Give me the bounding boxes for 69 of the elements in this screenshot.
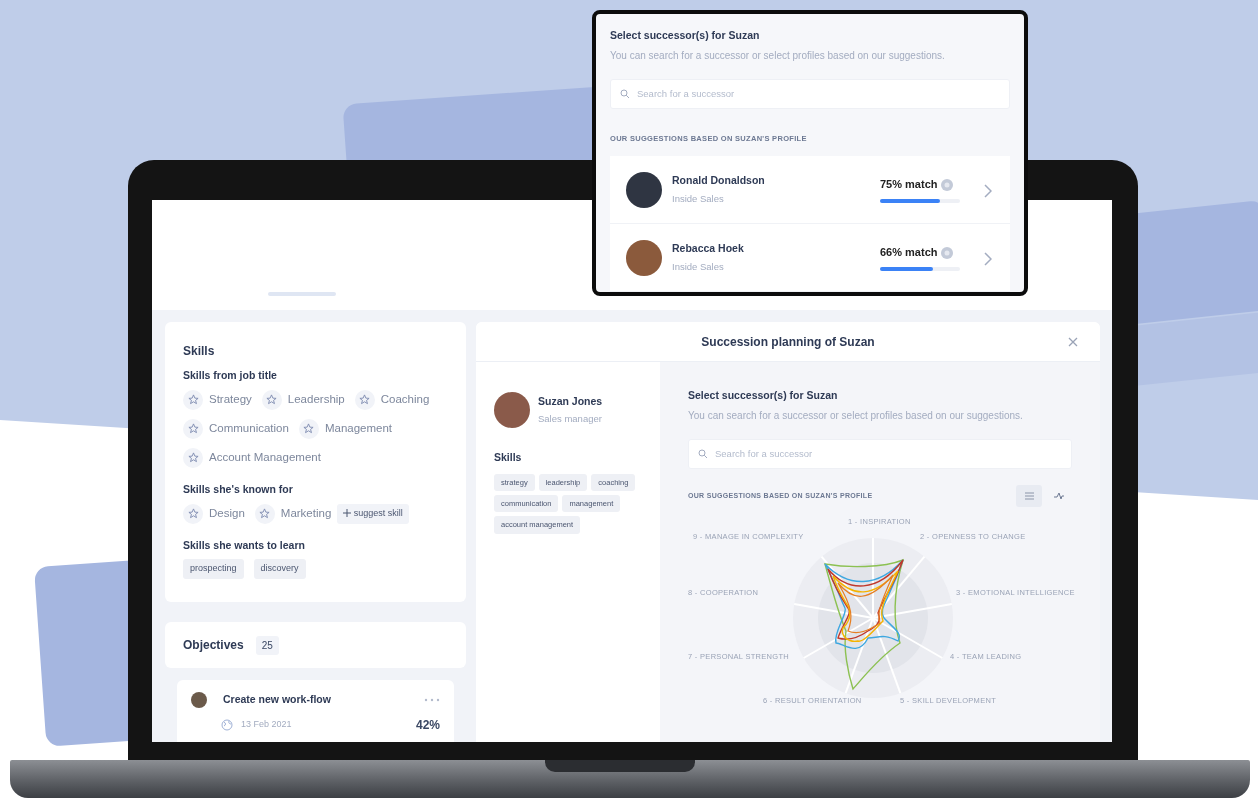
profile-role: Sales manager [538,412,603,427]
star-icon [359,394,371,406]
candidate-row[interactable]: Rebacca Hoek Inside Sales 66% match [610,224,1010,292]
help-icon[interactable] [941,178,954,191]
search-field[interactable]: Search for a successor [688,438,1072,469]
avatar-placeholder [494,392,530,428]
skill-label: Management [324,421,393,437]
star-icon [303,423,315,435]
candidate-row[interactable]: Ronald Donaldson Inside Sales 75% match [610,156,1010,224]
panel-title: Succession planning of Suzan [701,333,875,351]
section-title: Select successor(s) for Suzan [688,388,839,403]
star-button[interactable] [254,503,275,524]
skill-label: Coaching [380,392,430,408]
star-button[interactable] [261,389,282,410]
objective-title: Create new work-flow [223,692,332,708]
match-percentage: 66% match [880,245,938,261]
avatar-placeholder [626,239,662,276]
globe-icon [221,719,233,731]
group-title: Skills she's known for [183,481,294,497]
chevron-right-icon[interactable] [982,249,994,266]
avatar-placeholder [191,692,207,708]
search-field[interactable]: Search for a successor [610,78,1010,109]
star-button[interactable] [183,503,203,524]
group-title: Skills from job title [183,368,278,383]
star-button[interactable] [354,389,375,410]
candidate-name: Ronald Donaldson [672,172,766,188]
star-button[interactable] [183,447,203,468]
candidate-name: Rebacca Hoek [672,240,745,256]
skill-label: Strategy [209,392,252,408]
chevron-right-icon[interactable] [982,181,994,198]
star-button[interactable] [298,418,319,439]
card-title: Skills [183,343,216,360]
more-icon[interactable] [424,698,440,702]
card-title: Objectives [183,637,244,654]
search-icon [620,88,630,99]
list-view-icon[interactable] [1016,484,1042,507]
skills-title: Skills [494,450,523,465]
skill-label: Leadership [287,392,345,408]
objectives-count: 25 [255,635,279,655]
star-button[interactable] [183,389,203,410]
group-title: Skills she wants to learn [183,537,306,553]
objective-percentage: 42% [415,717,440,734]
star-icon [187,508,199,519]
skill-label: Communication [209,421,289,437]
star-button[interactable] [183,418,203,439]
avatar-placeholder [626,171,662,208]
match-percentage: 75% match [880,177,938,193]
star-icon [187,452,199,464]
help-icon[interactable] [941,246,954,259]
candidate-role: Inside Sales [672,192,725,207]
candidate-role: Inside Sales [672,260,725,275]
star-icon [187,394,199,406]
star-icon [259,508,271,519]
section-subtitle: You can search for a successor or select profiles based on our suggestions. [688,408,1024,423]
objective-date: 13 Feb 2021 [241,718,293,732]
suggest-skill-button[interactable]: suggest skill [337,503,409,524]
skill-tag: prospecting [183,559,244,579]
star-icon [187,423,199,435]
skill-label: Design [209,505,245,521]
skill-tag: discovery [253,559,306,579]
search-icon [698,448,708,459]
skill-label: Account Management [209,450,321,466]
popup-title: Select successor(s) for Suzan [610,28,761,43]
plus-icon [343,509,352,518]
objective-card[interactable]: Create new work-flow 13 Feb 2021 42% [177,680,454,742]
popup-subtitle: You can search for a successor or select profiles based on our suggestions. [610,48,946,63]
profile-name: Suzan Jones [538,393,603,409]
star-icon [266,394,278,406]
skill-label: Marketing [280,505,332,521]
